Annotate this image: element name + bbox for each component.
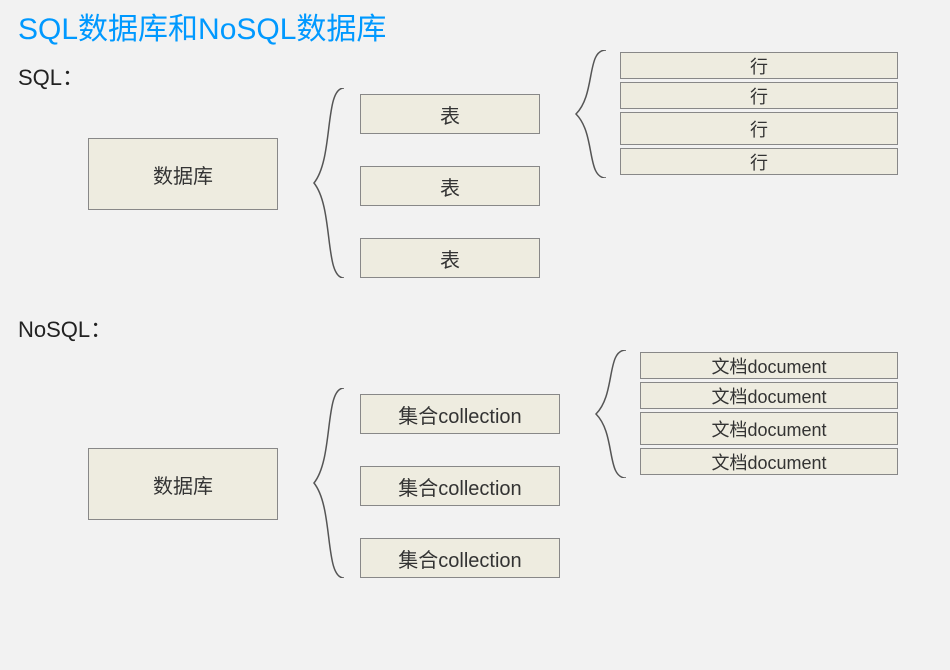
- brace-sql-db-to-tables: [286, 88, 344, 278]
- sql-table-box: 表: [360, 238, 540, 278]
- sql-table-box: 表: [360, 166, 540, 206]
- nosql-document-box: 文档document: [640, 352, 898, 379]
- nosql-document-box: 文档document: [640, 382, 898, 409]
- sql-row-box: 行: [620, 82, 898, 109]
- nosql-section-label: NoSQL：: [18, 312, 112, 344]
- nosql-database-box: 数据库: [88, 448, 278, 520]
- brace-nosql-db-to-collections: [286, 388, 344, 578]
- brace-nosql-collection-to-documents: [568, 350, 626, 478]
- nosql-collection-box: 集合collection: [360, 538, 560, 578]
- nosql-document-box: 文档document: [640, 412, 898, 445]
- diagram-title: SQL数据库和NoSQL数据库: [18, 4, 386, 48]
- sql-row-box: 行: [620, 112, 898, 145]
- sql-section-label: SQL：: [18, 60, 84, 92]
- sql-row-box: 行: [620, 148, 898, 175]
- nosql-collection-box: 集合collection: [360, 394, 560, 434]
- nosql-collection-box: 集合collection: [360, 466, 560, 506]
- brace-sql-table-to-rows: [548, 50, 606, 178]
- sql-row-box: 行: [620, 52, 898, 79]
- sql-database-box: 数据库: [88, 138, 278, 210]
- sql-table-box: 表: [360, 94, 540, 134]
- nosql-document-box: 文档document: [640, 448, 898, 475]
